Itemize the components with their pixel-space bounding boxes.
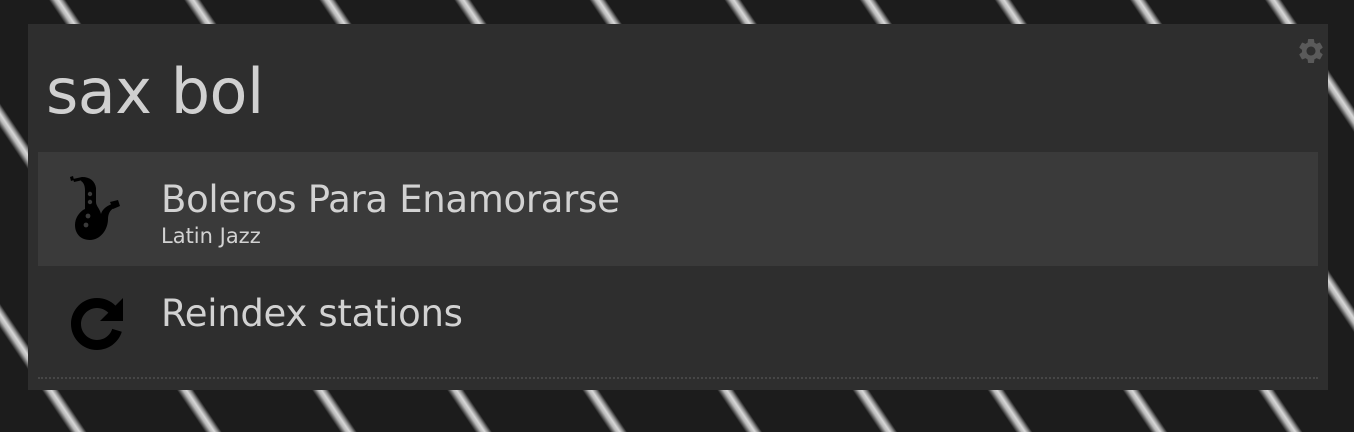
result-title: Reindex stations bbox=[161, 292, 463, 335]
refresh-icon bbox=[71, 298, 123, 350]
result-item-reindex[interactable]: Reindex stations bbox=[38, 266, 1318, 380]
search-input[interactable] bbox=[46, 52, 1146, 132]
result-item-boleros[interactable]: Boleros Para Enamorarse Latin Jazz bbox=[38, 152, 1318, 266]
preferences-button[interactable] bbox=[1296, 36, 1326, 66]
results-list: Boleros Para Enamorarse Latin Jazz Reind… bbox=[38, 152, 1318, 380]
result-title: Boleros Para Enamorarse bbox=[161, 178, 620, 221]
saxophone-icon bbox=[70, 176, 120, 240]
gear-icon bbox=[1299, 38, 1323, 63]
launcher-window: Boleros Para Enamorarse Latin Jazz Reind… bbox=[28, 24, 1328, 390]
result-description: Latin Jazz bbox=[161, 224, 261, 248]
footer-divider bbox=[38, 377, 1318, 379]
